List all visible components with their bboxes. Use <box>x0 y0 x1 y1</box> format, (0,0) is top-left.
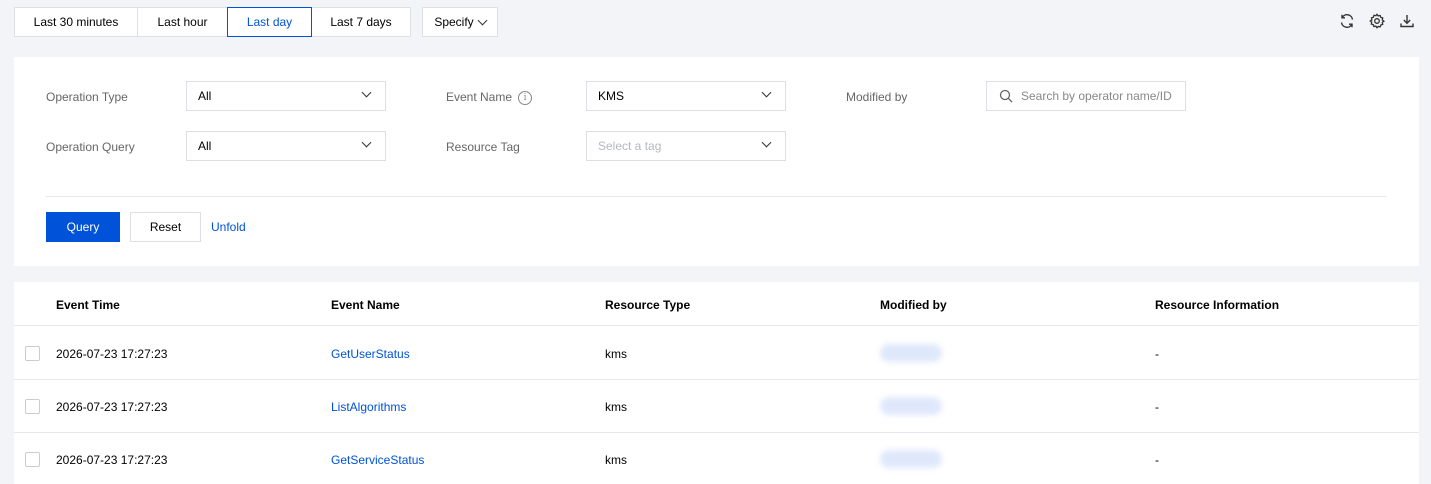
table-header: Event Time Event Name Resource Type Modi… <box>14 282 1419 326</box>
event-name-link[interactable]: GetUserStatus <box>331 347 410 361</box>
time-range-last-hour[interactable]: Last hour <box>137 7 228 37</box>
chevron-down-icon <box>761 137 772 148</box>
modified-by-label: Modified by <box>846 90 908 104</box>
chevron-down-icon <box>761 87 772 98</box>
column-header-modified-by: Modified by <box>880 298 947 312</box>
refresh-icon[interactable] <box>1339 12 1355 30</box>
row-checkbox[interactable] <box>25 452 40 467</box>
filter-panel: Operation Type All Event Name i KMS Modif… <box>14 57 1419 266</box>
column-header-event-time: Event Time <box>56 298 120 312</box>
chevron-down-icon <box>361 87 372 98</box>
divider <box>46 196 1387 197</box>
column-header-event-name: Event Name <box>331 298 400 312</box>
chevron-down-icon <box>477 15 488 25</box>
info-icon[interactable]: i <box>518 90 533 105</box>
event-name-link[interactable]: GetServiceStatus <box>331 453 424 467</box>
time-range-last-7-days[interactable]: Last 7 days <box>311 7 411 37</box>
specify-label: Specify <box>434 15 474 29</box>
specify-dropdown[interactable]: Specify <box>422 7 498 37</box>
column-header-resource-information: Resource Information <box>1155 298 1280 312</box>
event-time-cell: 2026-07-23 17:27:23 <box>56 453 168 467</box>
table-row: 2026-07-23 17:27:23 GetUserStatus kms - <box>14 327 1419 380</box>
resource-type-cell: kms <box>605 400 627 414</box>
table-row: 2026-07-23 17:27:23 GetServiceStatus kms… <box>14 433 1419 484</box>
event-name-link[interactable]: ListAlgorithms <box>331 400 406 414</box>
resource-tag-select[interactable]: Select a tag <box>586 131 786 161</box>
event-name-select[interactable]: KMS <box>586 81 786 111</box>
resource-info-cell: - <box>1155 347 1159 361</box>
operation-type-value: All <box>198 89 212 103</box>
event-time-cell: 2026-07-23 17:27:23 <box>56 400 168 414</box>
chevron-down-icon <box>361 137 372 148</box>
resource-info-cell: - <box>1155 400 1159 414</box>
search-icon <box>999 89 1013 103</box>
redacted-operator <box>880 450 942 468</box>
redacted-operator <box>880 344 942 362</box>
event-name-label: Event Name i <box>446 90 533 105</box>
query-button[interactable]: Query <box>46 212 120 242</box>
modified-by-search <box>986 81 1186 111</box>
resource-type-cell: kms <box>605 453 627 467</box>
toolbar-icons <box>1339 12 1415 30</box>
resource-tag-label: Resource Tag <box>446 140 520 154</box>
operation-type-select[interactable]: All <box>186 81 386 111</box>
reset-button[interactable]: Reset <box>130 212 201 242</box>
operation-type-label: Operation Type <box>46 90 128 104</box>
row-checkbox[interactable] <box>25 399 40 414</box>
modified-by-input[interactable] <box>1021 89 1181 103</box>
resource-type-cell: kms <box>605 347 627 361</box>
resource-info-cell: - <box>1155 453 1159 467</box>
operation-query-value: All <box>198 139 212 153</box>
time-range-last-30-minutes[interactable]: Last 30 minutes <box>14 7 138 37</box>
time-range-selector: Last 30 minutes Last hour Last day Last … <box>14 7 411 37</box>
table-row: 2026-07-23 17:27:23 ListAlgorithms kms - <box>14 380 1419 433</box>
redacted-operator <box>880 397 942 415</box>
event-name-label-text: Event Name <box>446 90 513 104</box>
time-range-last-day[interactable]: Last day <box>227 7 312 37</box>
download-icon[interactable] <box>1399 12 1415 30</box>
operation-query-label: Operation Query <box>46 140 135 154</box>
operation-query-select[interactable]: All <box>186 131 386 161</box>
gear-icon[interactable] <box>1369 12 1385 30</box>
event-name-value: KMS <box>598 89 625 103</box>
row-checkbox[interactable] <box>25 346 40 361</box>
event-time-cell: 2026-07-23 17:27:23 <box>56 347 168 361</box>
column-header-resource-type: Resource Type <box>605 298 691 312</box>
events-table: Event Time Event Name Resource Type Modi… <box>14 282 1419 484</box>
resource-tag-placeholder: Select a tag <box>598 139 662 153</box>
unfold-link[interactable]: Unfold <box>211 220 246 234</box>
